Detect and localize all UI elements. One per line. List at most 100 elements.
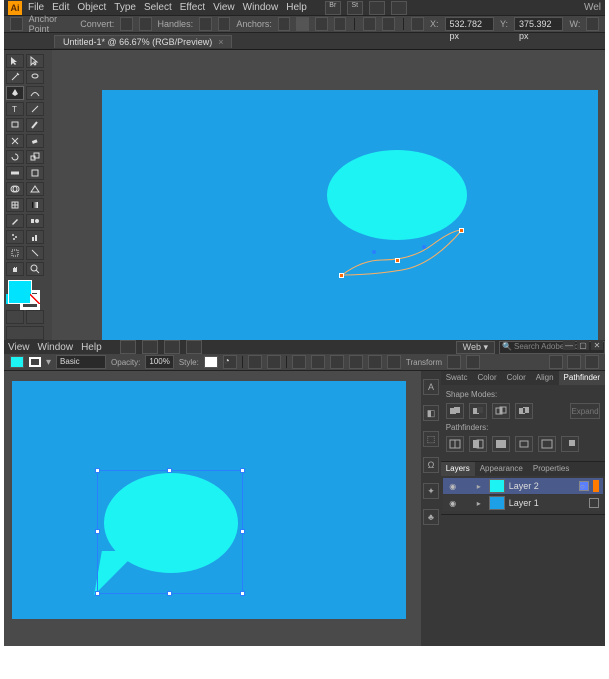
convert-smooth-icon[interactable]	[139, 17, 152, 31]
stroke-profile[interactable]: Basic	[56, 355, 106, 369]
pen-tool[interactable]	[6, 86, 24, 100]
anchor-point-3[interactable]	[459, 228, 464, 233]
bbox-handle-bl[interactable]	[95, 591, 100, 596]
none-mode-icon[interactable]	[30, 294, 40, 304]
align-l-icon[interactable]	[292, 355, 306, 369]
arrange-icon[interactable]	[369, 1, 385, 15]
canvas-area-bot[interactable]	[4, 371, 421, 646]
transform-label[interactable]: Transform	[406, 358, 442, 367]
grid-icon[interactable]	[549, 355, 563, 369]
strip-brushes-icon[interactable]: ♣	[423, 509, 439, 525]
target-icon[interactable]	[589, 498, 599, 508]
align-ctrl-1[interactable]	[248, 355, 262, 369]
bridge-icon[interactable]: Br	[325, 1, 341, 15]
draw-mode-normal[interactable]	[6, 310, 24, 324]
intersect-icon[interactable]	[492, 403, 510, 419]
menu-select[interactable]: Select	[144, 2, 172, 13]
layer-row[interactable]: ◉ ▸ Layer 2 ○	[443, 478, 603, 494]
menu-window-b[interactable]: Window	[38, 342, 74, 353]
menu-edit[interactable]: Edit	[52, 2, 69, 13]
stroke-swatch-b[interactable]	[29, 357, 41, 367]
strip-swatch-icon[interactable]: ◧	[423, 405, 439, 421]
tab-align[interactable]: Align	[531, 371, 559, 385]
strip-align-icon[interactable]: ⬚	[423, 431, 439, 447]
slice-tool[interactable]	[26, 246, 44, 260]
stock-icon[interactable]: St	[347, 1, 363, 15]
visibility-icon[interactable]: ◉	[447, 480, 459, 492]
bbox-handle-tr[interactable]	[240, 468, 245, 473]
line-tool[interactable]	[26, 102, 44, 116]
expand-layer-icon[interactable]: ▸	[477, 499, 485, 508]
convert-corner-icon[interactable]	[120, 17, 133, 31]
fill-swatch[interactable]	[8, 280, 32, 304]
opacity-field[interactable]: 100%	[145, 355, 173, 369]
anchor-4-icon[interactable]	[334, 17, 347, 31]
blend-tool[interactable]	[26, 214, 44, 228]
perspective-tool[interactable]	[26, 182, 44, 196]
close-tab-icon[interactable]: ×	[218, 37, 223, 47]
expand-layer-icon[interactable]: ▸	[477, 482, 485, 491]
align-c-icon[interactable]	[311, 355, 325, 369]
shape-builder-tool[interactable]	[6, 182, 24, 196]
menu-help-b[interactable]: Help	[81, 342, 102, 353]
y-field[interactable]: 375.392 px	[514, 17, 563, 31]
curvature-tool[interactable]	[26, 86, 44, 100]
workspace-label[interactable]: Wel	[584, 2, 601, 13]
tab-color2[interactable]: Color	[502, 371, 531, 385]
anchor-3-icon[interactable]	[315, 17, 328, 31]
hide-edges-icon[interactable]	[466, 355, 480, 369]
stock-icon-b[interactable]	[142, 340, 158, 354]
symbol-spray-tool[interactable]	[6, 230, 24, 244]
layer-name[interactable]: Layer 2	[509, 481, 575, 491]
tab-pathfinder[interactable]: Pathfinder	[559, 371, 605, 385]
nofill-icon[interactable]	[10, 17, 23, 31]
align-m-icon[interactable]	[368, 355, 382, 369]
menu-view[interactable]: View	[213, 2, 235, 13]
align-b-icon[interactable]	[387, 355, 401, 369]
selection-bounding-box[interactable]	[98, 471, 242, 593]
shaper-tool[interactable]	[6, 134, 24, 148]
ellipse-shape[interactable]	[327, 150, 467, 240]
bbox-handle-bc[interactable]	[167, 591, 172, 596]
scale-tool[interactable]	[26, 150, 44, 164]
bbox-handle-br[interactable]	[240, 591, 245, 596]
eyedropper-tool[interactable]	[6, 214, 24, 228]
column-graph-tool[interactable]	[26, 230, 44, 244]
bridge-icon-b[interactable]	[120, 340, 136, 354]
minus-front-icon[interactable]	[469, 403, 487, 419]
draw-mode-behind[interactable]	[26, 310, 44, 324]
lasso-tool[interactable]	[26, 70, 44, 84]
expand-button[interactable]: Expand	[570, 403, 600, 419]
workspace-dropdown[interactable]: Web ▾	[456, 341, 495, 354]
handles-1-icon[interactable]	[199, 17, 212, 31]
align-icon[interactable]	[382, 17, 395, 31]
tab-color[interactable]: Color	[472, 371, 501, 385]
unite-icon[interactable]	[446, 403, 464, 419]
outline-icon[interactable]	[538, 436, 556, 452]
mesh-tool[interactable]	[6, 198, 24, 212]
anchor-add-icon[interactable]	[296, 17, 309, 31]
rectangle-tool[interactable]	[6, 118, 24, 132]
eraser-tool[interactable]	[26, 134, 44, 148]
zoom-tool[interactable]	[26, 262, 44, 276]
menu-effect[interactable]: Effect	[180, 2, 205, 13]
bbox-handle-mr[interactable]	[240, 529, 245, 534]
close-icon[interactable]: ✕	[591, 340, 603, 350]
arrange2-icon[interactable]	[391, 1, 407, 15]
bbox-handle-tl[interactable]	[95, 468, 100, 473]
gradient-tool[interactable]	[26, 198, 44, 212]
handles-2-icon[interactable]	[218, 17, 231, 31]
tab-layers[interactable]: Layers	[441, 462, 475, 476]
minimize-icon[interactable]: —	[563, 340, 575, 350]
x-field[interactable]: 532.782 px	[445, 17, 494, 31]
rotate-tool[interactable]	[6, 150, 24, 164]
isolate-icon[interactable]	[363, 17, 376, 31]
direct-select-tool[interactable]	[26, 54, 44, 68]
isolate-b-icon[interactable]	[447, 355, 461, 369]
free-transform-tool[interactable]	[26, 166, 44, 180]
bbox-handle-ml[interactable]	[95, 529, 100, 534]
strip-type-icon[interactable]: A	[423, 379, 439, 395]
screen-mode-icon[interactable]	[6, 326, 44, 340]
align-t-icon[interactable]	[349, 355, 363, 369]
divide-icon[interactable]	[446, 436, 464, 452]
